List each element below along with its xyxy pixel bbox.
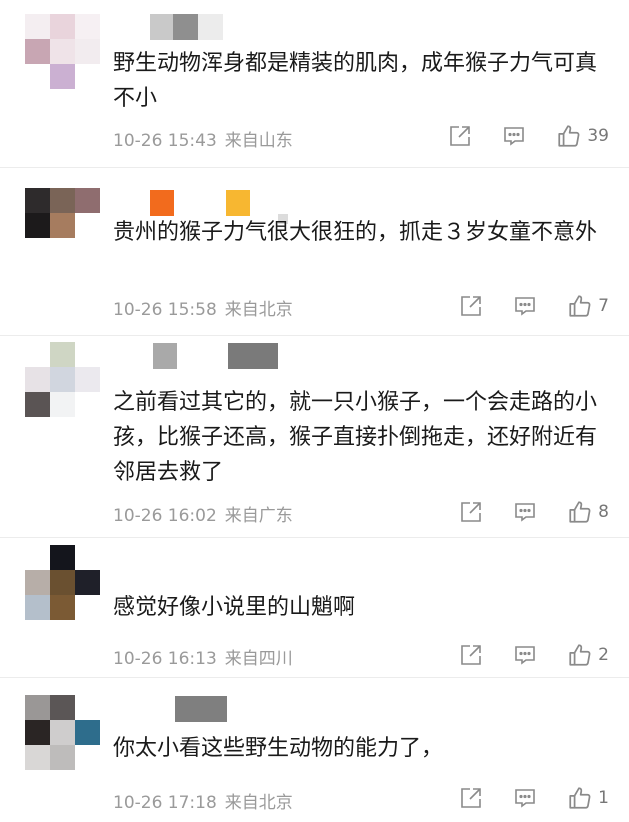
comment-text: 野生动物浑身都是精装的肌肉，成年猴子力气可真不小 [113, 51, 598, 111]
share-icon [461, 502, 481, 522]
like-button[interactable]: 1 [567, 785, 609, 811]
comment-actions: 1 [429, 783, 609, 813]
comment-time: 10-26 15:58 [113, 300, 217, 320]
thumbs-up-icon [569, 501, 591, 523]
reply-button[interactable] [513, 500, 537, 524]
comment-text: 贵州的猴子力气很大很狂的，抓走３岁女童不意外 [113, 220, 598, 245]
reply-button[interactable] [513, 643, 537, 667]
share-icon [461, 788, 481, 808]
avatar[interactable] [25, 14, 100, 89]
reply-button[interactable] [513, 786, 537, 810]
comment-time: 10-26 16:13 [113, 649, 217, 669]
comment-location: 来自山东 [224, 131, 293, 151]
comment-location: 来自北京 [224, 300, 293, 320]
comment-item: 之前看过其它的，就一只小猴子，一个会走路的小孩，比猴子还高，猴子直接扑倒拖走，还… [0, 336, 629, 538]
reply-button[interactable] [513, 294, 537, 318]
avatar[interactable] [25, 695, 100, 770]
comment-item: 你太小看这些野生动物的能力了， 10-26 17:18 来自北京 1 [0, 678, 629, 822]
share-button[interactable] [459, 294, 483, 318]
comment-icon [515, 503, 535, 522]
share-button[interactable] [459, 786, 483, 810]
avatar[interactable] [25, 545, 100, 620]
share-icon [450, 126, 471, 146]
thumbs-up-icon [558, 125, 580, 147]
comment-time: 10-26 16:02 [113, 506, 217, 526]
thumbs-up-icon [569, 644, 591, 666]
comment-meta: 10-26 15:58 来自北京 [113, 295, 293, 320]
reply-button[interactable] [502, 124, 526, 148]
comment-location: 来自北京 [224, 793, 293, 813]
share-button[interactable] [459, 500, 483, 524]
comment-meta: 10-26 15:43 来自山东 [113, 126, 293, 151]
share-button[interactable] [448, 124, 472, 148]
like-button[interactable]: 8 [567, 499, 609, 525]
like-button[interactable]: 39 [556, 123, 609, 149]
comment-actions: 7 [429, 291, 609, 321]
comment-item: 贵州的猴子力气很大很狂的，抓走３岁女童不意外 10-26 15:58 来自北京 7 [0, 168, 629, 336]
like-button[interactable]: 7 [567, 293, 609, 319]
comment-meta: 10-26 17:18 来自北京 [113, 788, 293, 813]
comment-location: 来自四川 [224, 649, 293, 669]
comment-icon [515, 789, 535, 808]
comment-text: 之前看过其它的，就一只小猴子，一个会走路的小孩，比猴子还高，猴子直接扑倒拖走，还… [113, 390, 598, 485]
share-button[interactable] [459, 643, 483, 667]
comment-item: 感觉好像小说里的山魈啊 10-26 16:13 来自四川 2 [0, 538, 629, 678]
thumbs-up-icon [569, 295, 591, 317]
comment-time: 10-26 17:18 [113, 793, 217, 813]
like-count: 1 [598, 788, 609, 808]
comment-text: 你太小看这些野生动物的能力了， [113, 736, 444, 761]
comment-item: 野生动物浑身都是精装的肌肉，成年猴子力气可真不小 10-26 15:43 来自山东… [0, 0, 629, 168]
comment-icon [515, 297, 535, 316]
share-icon [461, 296, 481, 316]
comment-time: 10-26 15:43 [113, 131, 217, 151]
comment-location: 来自广东 [224, 506, 293, 526]
like-button[interactable]: 2 [567, 642, 609, 668]
like-count: 8 [598, 502, 609, 522]
like-count: 39 [587, 126, 609, 146]
avatar[interactable] [25, 342, 100, 417]
comment-icon [504, 127, 525, 146]
comment-actions: 39 [418, 121, 609, 151]
comment-text: 感觉好像小说里的山魈啊 [113, 595, 356, 620]
comment-feed: 野生动物浑身都是精装的肌肉，成年猴子力气可真不小 10-26 15:43 来自山东… [0, 0, 629, 822]
like-count: 2 [598, 645, 609, 665]
comment-icon [515, 646, 535, 665]
thumbs-up-icon [569, 787, 591, 809]
share-icon [461, 645, 481, 665]
like-count: 7 [598, 296, 609, 316]
comment-actions: 2 [429, 640, 609, 670]
comment-meta: 10-26 16:13 来自四川 [113, 644, 293, 669]
comment-meta: 10-26 16:02 来自广东 [113, 501, 293, 526]
avatar[interactable] [25, 188, 100, 263]
comment-actions: 8 [429, 497, 609, 527]
